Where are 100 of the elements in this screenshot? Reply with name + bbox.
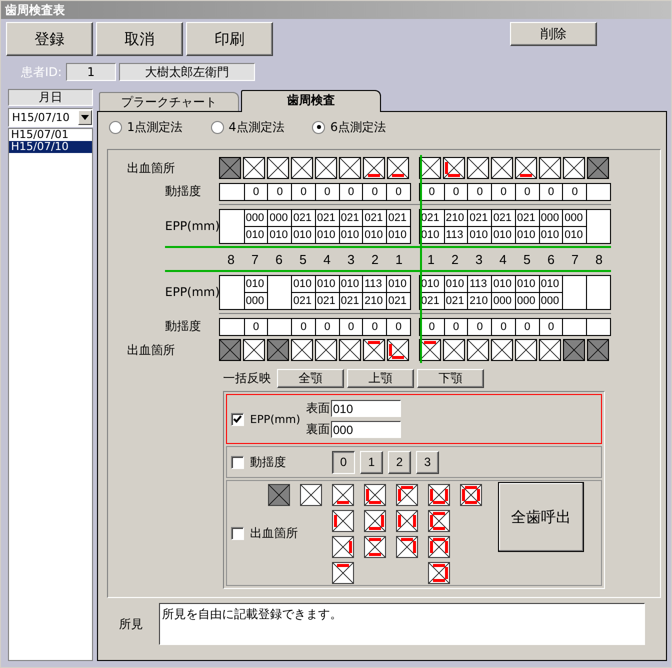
- epp-cell[interactable]: 113: [444, 226, 468, 242]
- epp-input-field[interactable]: 010: [331, 400, 401, 417]
- jaw-button[interactable]: 全顎: [277, 369, 344, 388]
- bleeding-pattern-icon[interactable]: [332, 484, 354, 506]
- epp-cell[interactable]: 210: [444, 210, 468, 226]
- bleeding-marker-icon[interactable]: [315, 339, 337, 361]
- epp-cell[interactable]: 021: [316, 210, 339, 226]
- bleeding-pattern-icon[interactable]: [332, 536, 354, 558]
- bleeding-marker-icon[interactable]: [563, 339, 585, 361]
- epp-cell[interactable]: 010: [492, 226, 515, 242]
- epp-cell[interactable]: 010: [292, 276, 315, 292]
- mobility-cell[interactable]: 0: [244, 318, 268, 334]
- bleeding-pattern-icon[interactable]: [364, 484, 386, 506]
- epp-cell[interactable]: 210: [363, 292, 386, 308]
- bleeding-pattern-icon[interactable]: [396, 484, 418, 506]
- bleeding-marker-icon[interactable]: [315, 157, 337, 179]
- epp-cell[interactable]: 010: [563, 226, 586, 242]
- method-radio[interactable]: 6点測定法: [312, 118, 386, 136]
- mobility-cell[interactable]: 0: [314, 318, 339, 334]
- mobility-cell[interactable]: 0: [338, 318, 362, 334]
- bleeding-pattern-icon[interactable]: [332, 562, 354, 584]
- toolbar-button[interactable]: 取消: [96, 22, 183, 56]
- mobility-cell[interactable]: 0: [420, 318, 444, 334]
- bleeding-marker-icon[interactable]: [291, 339, 313, 361]
- mobility-cell[interactable]: 0: [444, 184, 468, 200]
- epp-cell[interactable]: 113: [363, 276, 386, 292]
- bleeding-marker-icon[interactable]: [363, 157, 385, 179]
- date-list-item[interactable]: H15/07/01: [9, 129, 92, 141]
- bleeding-pattern-icon[interactable]: [460, 484, 482, 506]
- epp-cell[interactable]: 021: [444, 292, 468, 308]
- epp-cell[interactable]: 010: [340, 276, 362, 292]
- mobility-cell[interactable]: 0: [338, 184, 362, 200]
- bleeding-pattern-icon[interactable]: [396, 510, 418, 532]
- mobility-cell[interactable]: 0: [562, 184, 586, 200]
- mobility-cell[interactable]: 0: [444, 318, 468, 334]
- method-radio[interactable]: 4点測定法: [210, 118, 284, 136]
- epp-cell[interactable]: 010: [268, 226, 292, 242]
- mobility-level-button[interactable]: 3: [416, 450, 439, 474]
- bleeding-marker-icon[interactable]: [539, 339, 561, 361]
- mobility-level-button[interactable]: 0: [332, 450, 355, 474]
- tab[interactable]: プラークチャート: [99, 92, 239, 111]
- epp-cell[interactable]: 000: [540, 210, 562, 226]
- epp-cell[interactable]: 210: [468, 292, 492, 308]
- bleeding-marker-icon[interactable]: [339, 157, 361, 179]
- epp-cell[interactable]: 010: [516, 226, 539, 242]
- epp-cell[interactable]: 021: [468, 210, 492, 226]
- bleeding-marker-icon[interactable]: [267, 339, 289, 361]
- toolbar-button[interactable]: 登録: [6, 22, 93, 56]
- mobility-cell[interactable]: 0: [491, 184, 515, 200]
- mobility-cell[interactable]: 0: [362, 184, 386, 200]
- bleeding-marker-icon[interactable]: [363, 339, 385, 361]
- bleeding-marker-icon[interactable]: [491, 157, 513, 179]
- epp-cell[interactable]: 010: [244, 226, 268, 242]
- bleeding-marker-icon[interactable]: [515, 157, 537, 179]
- epp-cell[interactable]: 010: [316, 226, 339, 242]
- bleeding-pattern-icon[interactable]: [428, 536, 450, 558]
- epp-cell[interactable]: 010: [244, 276, 268, 292]
- mobility-cell[interactable]: 0: [467, 318, 492, 334]
- epp-cell[interactable]: 021: [363, 210, 386, 226]
- epp-cell[interactable]: 021: [292, 210, 315, 226]
- epp-cell[interactable]: 010: [540, 276, 562, 292]
- bleeding-marker-icon[interactable]: [219, 157, 241, 179]
- bleeding-pattern-icon[interactable]: [428, 510, 450, 532]
- mobility-cell[interactable]: 0: [491, 318, 515, 334]
- bleeding-pattern-icon[interactable]: [332, 510, 354, 532]
- bleeding-marker-icon[interactable]: [443, 339, 465, 361]
- mobility-cell[interactable]: 0: [314, 184, 339, 200]
- epp-cell[interactable]: 021: [340, 210, 362, 226]
- epp-cell[interactable]: 021: [340, 292, 362, 308]
- mobility-cell[interactable]: 0: [420, 184, 444, 200]
- bleeding-marker-icon[interactable]: [515, 339, 537, 361]
- epp-cell[interactable]: 010: [468, 226, 492, 242]
- checkbox[interactable]: [231, 412, 244, 426]
- bleeding-marker-icon[interactable]: [467, 339, 489, 361]
- mobility-cell[interactable]: 0: [386, 318, 410, 334]
- mobility-cell[interactable]: 0: [514, 184, 539, 200]
- mobility-cell[interactable]: 0: [244, 184, 268, 200]
- epp-cell[interactable]: 021: [387, 292, 410, 308]
- bleeding-marker-icon[interactable]: [587, 339, 609, 361]
- bleeding-marker-icon[interactable]: [539, 157, 561, 179]
- epp-cell[interactable]: 010: [516, 276, 539, 292]
- mobility-cell[interactable]: 0: [386, 184, 410, 200]
- bleeding-marker-icon[interactable]: [291, 157, 313, 179]
- epp-cell[interactable]: 010: [316, 276, 339, 292]
- epp-cell[interactable]: 010: [387, 226, 410, 242]
- date-dropdown[interactable]: H15/07/10: [8, 108, 93, 127]
- epp-cell[interactable]: 113: [468, 276, 492, 292]
- mobility-cell[interactable]: 0: [267, 184, 292, 200]
- findings-text-area[interactable]: 所見を自由に記載登録できます。: [159, 603, 645, 645]
- bleeding-pattern-icon[interactable]: [396, 536, 418, 558]
- epp-cell[interactable]: 010: [340, 226, 362, 242]
- mobility-cell[interactable]: 0: [514, 318, 539, 334]
- bleeding-marker-icon[interactable]: [243, 157, 265, 179]
- mobility-cell[interactable]: 0: [362, 318, 386, 334]
- mobility-level-button[interactable]: 2: [388, 450, 411, 474]
- mobility-cell[interactable]: 0: [538, 184, 562, 200]
- bleeding-marker-icon[interactable]: [419, 339, 441, 361]
- mobility-cell[interactable]: 0: [467, 184, 492, 200]
- call-all-teeth-button[interactable]: 全歯呼出: [498, 482, 584, 552]
- bleeding-marker-icon[interactable]: [387, 339, 409, 361]
